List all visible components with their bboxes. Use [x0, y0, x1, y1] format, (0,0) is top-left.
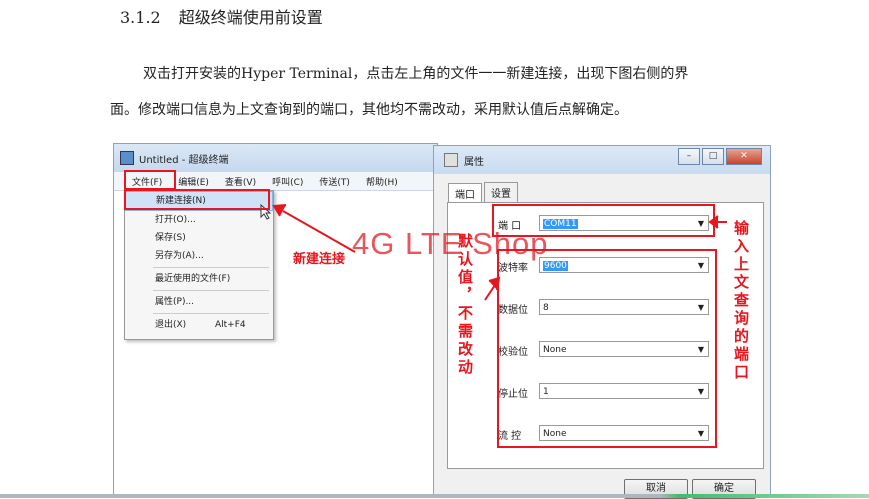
arrow-to-defaults [484, 276, 501, 301]
new-connection-annotation: 新建连接 [293, 252, 346, 267]
watermark: 4G LTE Shop [352, 226, 549, 261]
arrow-to-port-field [708, 215, 727, 229]
port-annotation: 输入上文查询的端口 [732, 220, 750, 382]
arrow-to-new-connection [272, 204, 356, 253]
bottom-strip [0, 494, 869, 498]
